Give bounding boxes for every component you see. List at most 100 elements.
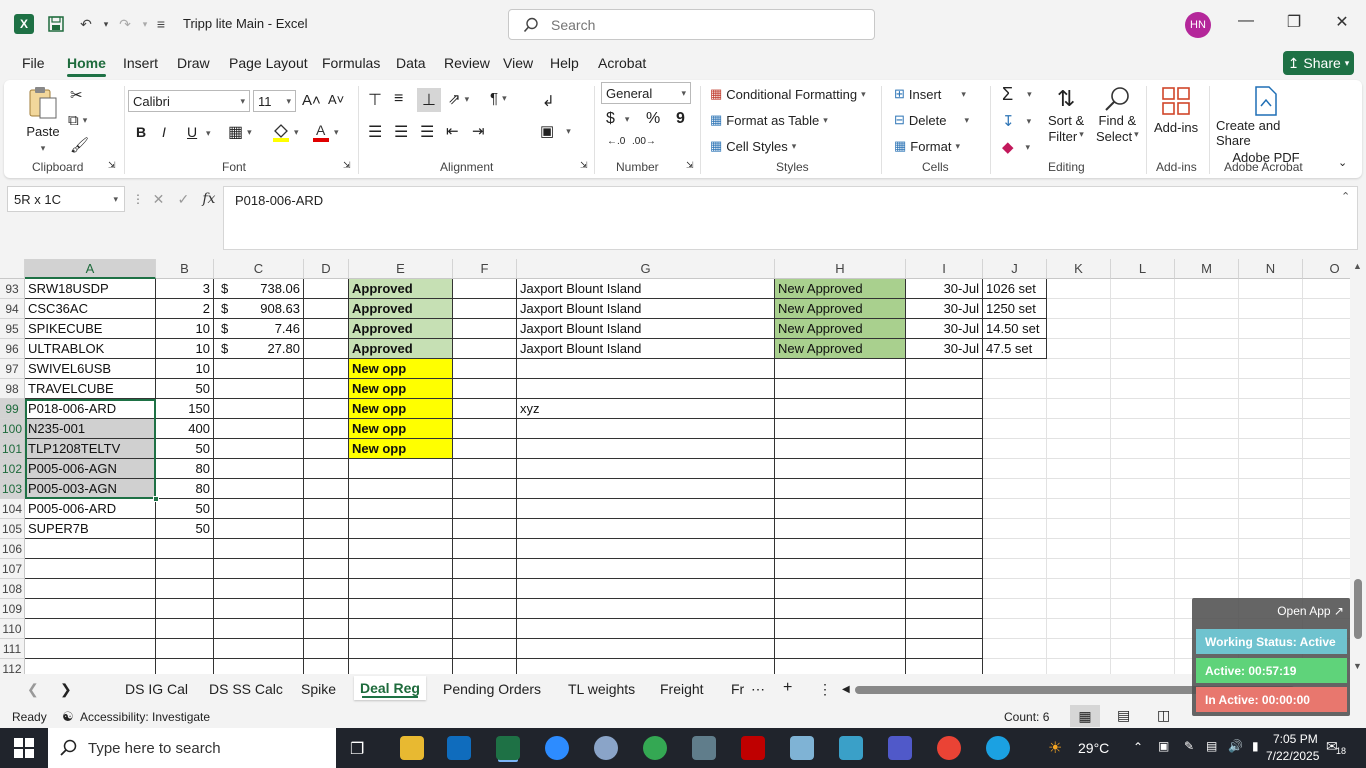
cell-b109[interactable] (156, 599, 214, 619)
cell-g107[interactable] (517, 559, 775, 579)
cell-h100[interactable] (775, 419, 906, 439)
row-header[interactable]: 98 (0, 379, 25, 399)
row-header[interactable]: 108 (0, 579, 25, 599)
cell-c105[interactable] (214, 519, 304, 539)
cell-j110[interactable] (983, 619, 1047, 639)
sheet-tab[interactable]: DS SS Calc (209, 681, 283, 697)
cell-f108[interactable] (453, 579, 517, 599)
row-header[interactable]: 111 (0, 639, 25, 659)
cell-j93[interactable]: 1026 set (983, 279, 1047, 299)
cell-h111[interactable] (775, 639, 906, 659)
middle-align-icon[interactable]: ≡ (394, 90, 403, 108)
cell-h110[interactable] (775, 619, 906, 639)
cell-l108[interactable] (1111, 579, 1175, 599)
notes-icon[interactable] (790, 736, 814, 760)
cell-g103[interactable] (517, 479, 775, 499)
cell-h104[interactable] (775, 499, 906, 519)
cell-o102[interactable] (1303, 459, 1350, 479)
cell-n107[interactable] (1239, 559, 1303, 579)
edge-icon[interactable] (986, 736, 1010, 760)
cell-e104[interactable] (349, 499, 453, 519)
cell-m105[interactable] (1175, 519, 1239, 539)
cell-l105[interactable] (1111, 519, 1175, 539)
cell-d102[interactable] (304, 459, 349, 479)
cell-e94[interactable]: Approved (349, 299, 453, 319)
cell-e108[interactable] (349, 579, 453, 599)
cell-d96[interactable] (304, 339, 349, 359)
column-header-c[interactable]: C (214, 259, 304, 279)
cell-i100[interactable] (906, 419, 983, 439)
tab-draw[interactable]: Draw (177, 55, 210, 71)
cell-c103[interactable] (214, 479, 304, 499)
cell-b110[interactable] (156, 619, 214, 639)
cell-d112[interactable] (304, 659, 349, 674)
fill-icon[interactable]: ↧ ▾ (1002, 112, 1031, 130)
cell-m93[interactable] (1175, 279, 1239, 299)
cut-icon[interactable]: ✂ (70, 86, 83, 104)
cell-b101[interactable]: 50 (156, 439, 214, 459)
cell-c99[interactable] (214, 399, 304, 419)
cell-a101[interactable]: TLP1208TELTV (25, 439, 156, 459)
cell-m99[interactable] (1175, 399, 1239, 419)
cell-f111[interactable] (453, 639, 517, 659)
currency-button[interactable]: $ ▾ (606, 110, 629, 128)
cell-e97[interactable]: New opp (349, 359, 453, 379)
cell-d111[interactable] (304, 639, 349, 659)
close-button[interactable]: ✕ (1327, 12, 1357, 32)
column-header-e[interactable]: E (349, 259, 453, 279)
cell-e96[interactable]: Approved (349, 339, 453, 359)
cell-b102[interactable]: 80 (156, 459, 214, 479)
clock-time[interactable]: 7:05 PM (1273, 732, 1318, 746)
cell-c111[interactable] (214, 639, 304, 659)
more-sheets-icon[interactable]: ⋯ (751, 681, 765, 698)
comma-style-button[interactable]: 9 (676, 110, 685, 128)
copy-icon[interactable]: ⧉ ▾ (68, 112, 87, 129)
cell-m100[interactable] (1175, 419, 1239, 439)
cell-c97[interactable] (214, 359, 304, 379)
app-icon[interactable] (594, 736, 618, 760)
undo-icon[interactable]: ↶ (75, 13, 97, 35)
column-header-j[interactable]: J (983, 259, 1047, 279)
cell-m96[interactable] (1175, 339, 1239, 359)
cell-k100[interactable] (1047, 419, 1111, 439)
row-header[interactable]: 95 (0, 319, 25, 339)
increase-indent-icon[interactable]: ⇥ (472, 122, 485, 140)
sort-filter-button[interactable]: ⇅ Sort & Filter ▾ (1048, 86, 1084, 144)
cell-k95[interactable] (1047, 319, 1111, 339)
cell-b97[interactable]: 10 (156, 359, 214, 379)
cell-l95[interactable] (1111, 319, 1175, 339)
cell-i106[interactable] (906, 539, 983, 559)
cell-o101[interactable] (1303, 439, 1350, 459)
cell-d106[interactable] (304, 539, 349, 559)
cell-styles-button[interactable]: ▦ Cell Styles ▾ (710, 138, 796, 154)
cell-l100[interactable] (1111, 419, 1175, 439)
bold-button[interactable]: B (136, 124, 146, 140)
sheet-tab-active[interactable]: Deal Reg (354, 676, 426, 700)
windows-start-icon[interactable] (14, 738, 34, 761)
page-break-view-icon[interactable]: ◫ (1157, 707, 1170, 724)
search-input[interactable] (551, 16, 851, 33)
temperature[interactable]: 29°C (1078, 740, 1109, 756)
column-header-f[interactable]: F (453, 259, 517, 279)
tab-review[interactable]: Review (444, 55, 490, 71)
column-header-o[interactable]: O (1303, 259, 1350, 279)
cell-k112[interactable] (1047, 659, 1111, 674)
tab-data[interactable]: Data (396, 55, 426, 71)
maximize-button[interactable]: ❐ (1279, 12, 1309, 32)
cell-j100[interactable] (983, 419, 1047, 439)
cell-e100[interactable]: New opp (349, 419, 453, 439)
cell-g104[interactable] (517, 499, 775, 519)
column-header-b[interactable]: B (156, 259, 214, 279)
cell-d105[interactable] (304, 519, 349, 539)
font-launcher-icon[interactable]: ⇲ (343, 160, 351, 171)
tab-file[interactable]: File (22, 55, 45, 71)
cell-i105[interactable] (906, 519, 983, 539)
vertical-scrollbar[interactable]: ▲ ▼ (1350, 259, 1366, 674)
cell-k110[interactable] (1047, 619, 1111, 639)
cell-c96[interactable]: $27.80 (214, 339, 304, 359)
cell-f102[interactable] (453, 459, 517, 479)
cell-e98[interactable]: New opp (349, 379, 453, 399)
cell-c108[interactable] (214, 579, 304, 599)
cell-f104[interactable] (453, 499, 517, 519)
cell-a93[interactable]: SRW18USDP (25, 279, 156, 299)
